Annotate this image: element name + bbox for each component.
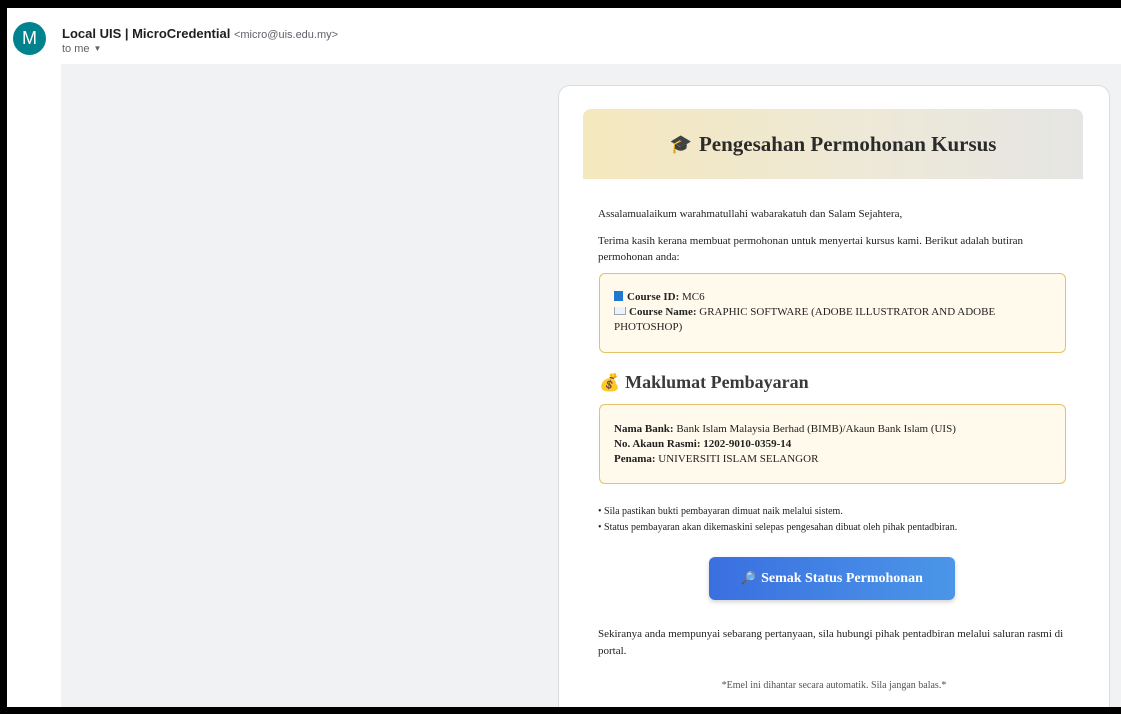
course-name-row: Course Name: GRAPHIC SOFTWARE (ADOBE ILL… <box>614 305 1051 335</box>
account-row: No. Akaun Rasmi: 1202-9010-0359-14 <box>614 437 1051 452</box>
course-id-value: MC6 <box>682 291 705 303</box>
check-status-label: Semak Status Permohonan <box>761 571 923 586</box>
email-card: 🎓 Pengesahan Permohonan Kursus Assalamual… <box>558 85 1110 707</box>
page-title: 🎓 Pengesahan Permohonan Kursus <box>583 132 1083 157</box>
money-bag-icon: 💰 <box>599 373 621 392</box>
payee-value: UNIVERSITI ISLAM SELANGOR <box>658 453 819 465</box>
recipient-toggle[interactable]: to me ▼ <box>62 43 101 55</box>
intro-text: Terima kasih kerana membuat permohonan u… <box>598 235 1024 263</box>
chevron-down-icon[interactable]: ▼ <box>94 44 102 53</box>
course-details-box: Course ID: MC6 Course Name: GRAPHIC SOFT… <box>599 273 1066 353</box>
recipient-label: to me <box>62 43 90 55</box>
payment-details-box: Nama Bank: Bank Islam Malaysia Berhad (B… <box>599 404 1066 484</box>
payee-label: Penama: <box>614 453 656 465</box>
title-text: Pengesahan Permohonan Kursus <box>698 132 997 156</box>
email-body: 🎓 Pengesahan Permohonan Kursus Assalamual… <box>61 64 1121 707</box>
sender-name[interactable]: Local UIS | MicroCredential <box>62 26 230 41</box>
bank-name-row: Nama Bank: Bank Islam Malaysia Berhad (B… <box>614 422 1051 437</box>
sender-line: Local UIS | MicroCredential <micro@uis.e… <box>62 26 338 41</box>
account-label: No. Akaun Rasmi: <box>614 438 701 450</box>
graduation-cap-icon: 🎓 <box>669 134 692 154</box>
payee-row: Penama: UNIVERSITI ISLAM SELANGOR <box>614 452 1051 467</box>
list-item: • Sila pastikan bukti pembayaran dimuat … <box>598 506 843 517</box>
blue-book-icon <box>614 291 623 301</box>
course-id-label: Course ID: <box>627 291 680 303</box>
course-name-label: Course Name: <box>629 306 697 318</box>
magnifier-icon: 🔎 <box>741 571 757 585</box>
email-view: M Local UIS | MicroCredential <micro@uis… <box>7 8 1121 707</box>
greeting-text: Assalamualaikum warahmatullahi wabarakat… <box>598 208 903 220</box>
course-id-row: Course ID: MC6 <box>614 290 1051 305</box>
bank-label: Nama Bank: <box>614 423 674 435</box>
check-status-button[interactable]: 🔎 Semak Status Permohonan <box>709 557 955 600</box>
payment-title-text: Maklumat Pembayaran <box>625 372 809 392</box>
sender-email: <micro@uis.edu.my> <box>233 29 339 41</box>
header-banner: 🎓 Pengesahan Permohonan Kursus <box>583 109 1083 179</box>
list-item: • Status pembayaran akan dikemaskini sel… <box>598 522 958 533</box>
closing-text: Sekiranya anda mempunyai sebarang pertan… <box>598 628 1064 657</box>
footer-note: *Emel ini dihantar secara automatik. Sil… <box>721 680 947 691</box>
bank-value: Bank Islam Malaysia Berhad (BIMB)/Akaun … <box>676 423 956 435</box>
open-book-icon <box>614 307 626 315</box>
avatar[interactable]: M <box>13 22 46 55</box>
account-value: 1202-9010-0359-14 <box>703 438 792 450</box>
payment-section-title: 💰 Maklumat Pembayaran <box>599 372 809 393</box>
notes-list: • Sila pastikan bukti pembayaran dimuat … <box>598 504 957 536</box>
